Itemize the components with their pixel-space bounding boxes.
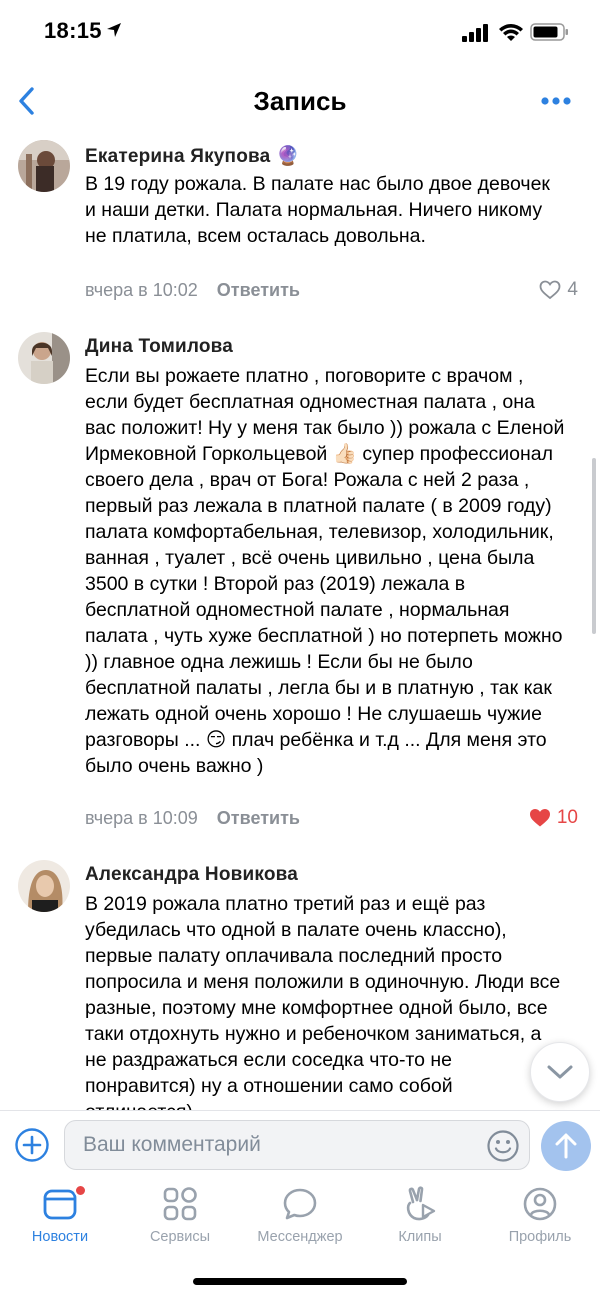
reply-button[interactable]: Ответить xyxy=(217,280,300,300)
comment-meta: вчера в 10:09 Ответить xyxy=(85,808,300,829)
comment-input[interactable]: Ваш комментарий xyxy=(64,1120,530,1170)
comment-text: В 19 году рожала. В палате нас было двое… xyxy=(85,173,550,247)
tab-profile[interactable]: Профиль xyxy=(480,1180,600,1260)
page-title: Запись xyxy=(253,86,347,116)
author-name[interactable]: Дина Томилова xyxy=(85,336,233,358)
battery-icon xyxy=(530,23,568,41)
crystal-ball-emoji: 🔮 xyxy=(275,146,300,167)
comment-text: В 2019 рожала платно третий раз и ещё ра… xyxy=(85,893,561,1112)
comment-text: Если вы рожаете платно , поговорите с вр… xyxy=(85,365,565,777)
tab-services[interactable]: Сервисы xyxy=(120,1180,240,1260)
tab-label: Профиль xyxy=(508,1229,572,1245)
comments-list[interactable]: Екатерина Якупова 🔮 В 19 году рожала. В … xyxy=(0,132,600,1112)
comment-input-placeholder: Ваш комментарий xyxy=(83,1133,261,1156)
author-name[interactable]: Александра Новикова xyxy=(85,864,298,886)
more-options-icon[interactable] xyxy=(540,96,572,106)
add-attachment-icon[interactable] xyxy=(14,1127,50,1163)
chevron-down-icon xyxy=(547,1065,573,1079)
comment-meta: вчера в 10:02 Ответить xyxy=(85,280,300,301)
like-count: 4 xyxy=(567,279,578,300)
heart-filled-icon xyxy=(529,809,550,827)
send-button[interactable] xyxy=(541,1121,591,1171)
emoji-smile-icon[interactable] xyxy=(486,1129,520,1163)
clips-icon xyxy=(406,1186,436,1221)
scrollbar[interactable] xyxy=(592,458,596,634)
profile-icon xyxy=(523,1187,557,1221)
like-count: 10 xyxy=(556,807,578,828)
tab-clips[interactable]: Клипы xyxy=(360,1180,480,1260)
tab-label: Мессенджер xyxy=(257,1229,343,1245)
messenger-icon xyxy=(283,1188,317,1220)
reply-button[interactable]: Ответить xyxy=(217,808,300,828)
scroll-down-button[interactable] xyxy=(530,1042,590,1102)
avatar[interactable] xyxy=(18,332,70,384)
status-bar: 18:15 xyxy=(0,0,600,66)
tab-news[interactable]: Новости xyxy=(0,1180,120,1260)
cellular-signal-icon xyxy=(462,24,488,42)
services-icon xyxy=(163,1187,197,1221)
status-time: 18:15 xyxy=(44,18,102,43)
tab-label: Сервисы xyxy=(149,1229,211,1245)
send-arrow-up-icon xyxy=(555,1133,577,1159)
author-name[interactable]: Екатерина Якупова xyxy=(85,146,270,167)
home-indicator[interactable] xyxy=(193,1278,407,1285)
tab-messenger[interactable]: Мессенджер xyxy=(240,1180,360,1260)
comment-timestamp: вчера в 10:02 xyxy=(85,280,198,300)
tab-label: Новости xyxy=(31,1229,89,1245)
like-button[interactable]: 10 xyxy=(529,807,578,829)
notification-badge xyxy=(74,1184,87,1197)
comment-timestamp: вчера в 10:09 xyxy=(85,808,198,828)
heart-outline-icon xyxy=(540,280,561,300)
comment-composer: Ваш комментарий xyxy=(0,1110,600,1181)
like-button[interactable]: 4 xyxy=(539,279,578,301)
header-bar: Запись xyxy=(0,70,600,132)
comment-author[interactable]: Екатерина Якупова 🔮 xyxy=(85,144,300,168)
avatar[interactable] xyxy=(18,140,70,192)
avatar[interactable] xyxy=(18,860,70,912)
news-icon xyxy=(43,1189,77,1220)
location-arrow-icon xyxy=(107,23,121,37)
tab-label: Клипы xyxy=(398,1229,442,1245)
wifi-icon xyxy=(499,24,523,41)
